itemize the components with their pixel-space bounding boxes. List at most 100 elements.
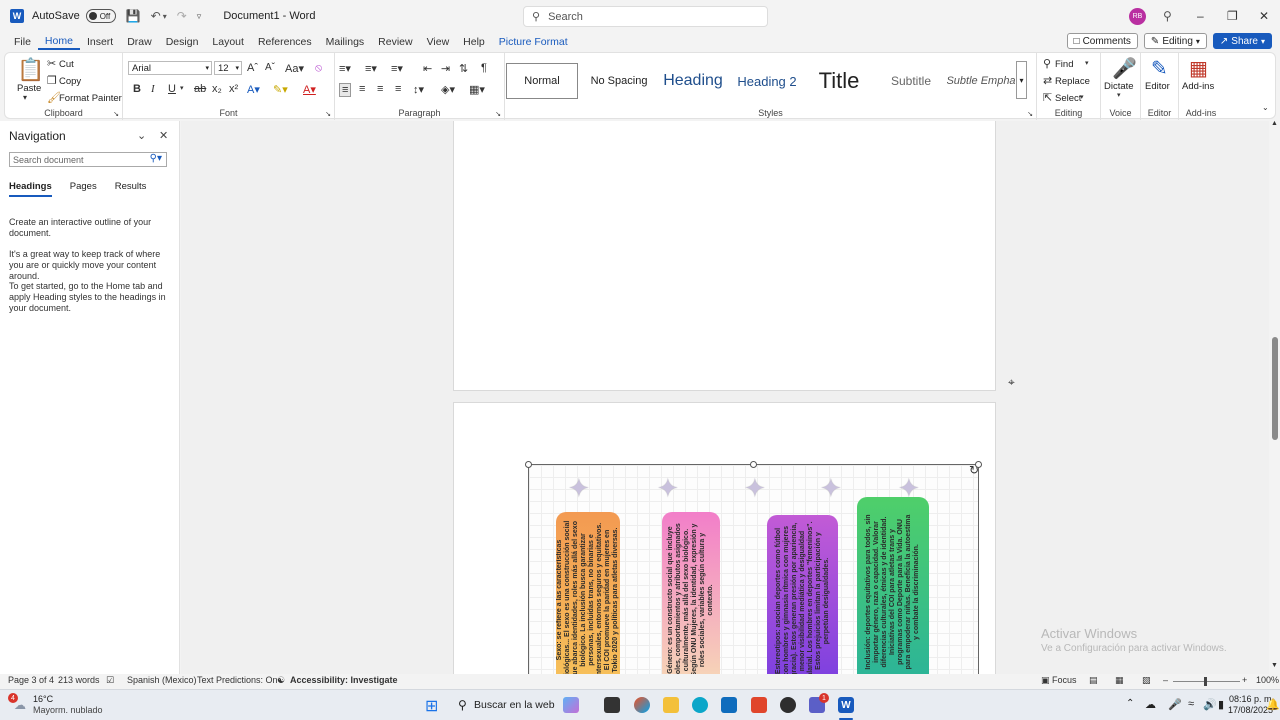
proofing-icon[interactable]: ☑ [106,675,114,686]
tab-review[interactable]: Review [371,36,419,48]
word-app-icon[interactable]: W [838,697,854,713]
find-icon[interactable]: ⚲ [1043,57,1051,70]
select-icon[interactable]: ⇱ [1043,91,1052,104]
editor-label[interactable]: Editor [1145,81,1170,92]
file-explorer-icon[interactable] [663,697,679,713]
style-subtitle[interactable]: Subtitle [875,63,947,99]
navigation-search-input[interactable]: Search document ⚲▾ [9,152,167,167]
tab-file[interactable]: File [7,36,38,48]
tab-results[interactable]: Results [115,181,147,197]
windows-start-icon[interactable]: ⊞ [425,696,438,716]
find-label[interactable]: Find [1055,59,1073,70]
font-name-field[interactable]: Arial ▾ [128,61,212,75]
battery-icon[interactable]: ▮ [1218,698,1224,711]
tab-pages[interactable]: Pages [70,181,97,197]
tab-home[interactable]: Home [37,35,80,50]
search-icon[interactable]: ⚲▾ [150,153,162,164]
text-effects-icon[interactable]: A▾ [247,83,260,96]
tab-insert[interactable]: Insert [80,36,120,48]
microphone-icon[interactable]: 🎤 [1112,56,1137,81]
scroll-down-icon[interactable]: ▼ [1271,662,1278,669]
tab-design[interactable]: Design [159,36,206,48]
paste-label[interactable]: Paste [17,83,41,94]
underline-dropdown-icon[interactable]: ▾ [180,84,184,92]
volume-icon[interactable]: 🔊 [1203,698,1217,711]
tab-view[interactable]: View [420,36,457,48]
vertical-scrollbar[interactable]: ▲ ▼ [1270,120,1280,674]
styles-more-icon[interactable]: ▾ [1016,61,1027,99]
web-layout-icon[interactable]: ▧ [1142,675,1151,686]
undo-icon[interactable]: ↶ [151,9,161,23]
page-previous[interactable] [453,121,996,391]
justify-icon[interactable]: ≡ [395,83,401,95]
tab-layout[interactable]: Layout [205,36,251,48]
superscript-icon[interactable]: x² [229,83,238,95]
paste-icon[interactable]: 📋 [17,57,44,83]
scroll-up-icon[interactable]: ▲ [1271,120,1278,127]
cut-label[interactable]: Cut [59,59,74,70]
select-dropdown-icon[interactable]: ▾ [1080,93,1084,101]
collapse-ribbon-icon[interactable]: ⌄ [1262,103,1269,112]
bullets-icon[interactable]: ≡▾ [339,62,351,75]
wifi-icon[interactable]: ≈ [1188,698,1194,710]
tab-draw[interactable]: Draw [120,36,159,48]
numbering-icon[interactable]: ≡▾ [365,62,377,75]
task-view-icon[interactable] [604,697,620,713]
style-heading[interactable]: Heading [655,63,731,99]
accessibility-icon[interactable]: ☯ [277,675,285,686]
dialog-launcher-icon[interactable]: ↘ [113,110,119,118]
change-case-icon[interactable]: Aa▾ [285,62,304,75]
search-icon[interactable]: ⚲ [458,698,467,712]
close-icon[interactable]: ✕ [1259,9,1269,23]
document-canvas[interactable]: ↻ ✦ ✦ ✦ ✦ ✦ Sexo: se refiere a las carac… [181,121,1269,674]
notification-bell-icon[interactable]: 🔔 [1266,698,1280,711]
shrink-font-icon[interactable]: Aˇ [265,62,275,73]
taskbar-search[interactable]: Buscar en la web [474,699,555,711]
zoom-out-icon[interactable]: – [1163,675,1168,685]
copy-icon[interactable]: ❐ [47,74,57,87]
weather-cloud-icon[interactable]: ☁ [14,698,26,712]
brave-browser-icon[interactable] [751,697,767,713]
editing-mode-button[interactable]: ✎ Editing ▾ [1143,33,1207,49]
replace-icon[interactable]: ⇄ [1043,74,1052,87]
strikethrough-icon[interactable]: ab [194,83,206,95]
read-mode-icon[interactable]: ▤ [1089,675,1098,686]
media-app-icon[interactable] [780,697,796,713]
borders-icon[interactable]: ▦▾ [469,83,485,96]
italic-icon[interactable]: I [151,83,155,95]
paste-dropdown-icon[interactable]: ▾ [23,93,27,102]
align-left-icon[interactable]: ≡ [339,83,352,97]
customize-toolbar-icon[interactable]: ▿ [197,11,202,22]
tab-picture-format[interactable]: Picture Format [492,36,575,48]
dialog-launcher-icon[interactable]: ↘ [1027,110,1033,118]
editor-pen-icon[interactable]: ✎ [1151,56,1168,81]
grow-font-icon[interactable]: Aˆ [247,62,258,74]
style-normal[interactable]: Normal [506,63,578,99]
text-predictions[interactable]: Text Predictions: On [197,675,278,685]
show-formatting-icon[interactable]: ¶ [481,62,487,74]
align-right-icon[interactable]: ≡ [377,83,383,95]
find-dropdown-icon[interactable]: ▾ [1085,59,1089,67]
weather-description[interactable]: Mayorm. nublado [33,705,103,715]
word-count[interactable]: 213 words [58,675,100,685]
style-heading-2[interactable]: Heading 2 [731,63,803,99]
tab-mailings[interactable]: Mailings [319,36,372,48]
tab-references[interactable]: References [251,36,319,48]
minimize-icon[interactable]: – [1197,9,1204,23]
print-layout-icon[interactable]: ▦ [1115,675,1124,686]
close-pane-icon[interactable]: ✕ [159,129,168,142]
redo-icon[interactable]: ↷ [177,9,187,23]
shading-icon[interactable]: ◈▾ [441,83,455,96]
style-title[interactable]: Title [803,63,875,99]
addins-grid-icon[interactable]: ▦ [1189,56,1208,81]
chevron-down-icon[interactable]: ⌄ [137,129,146,142]
clear-formatting-icon[interactable]: ⦸ [315,62,322,75]
bold-icon[interactable]: B [133,83,141,95]
align-center-icon[interactable]: ≡ [359,83,365,95]
page-count[interactable]: Page 3 of 4 [8,675,54,685]
focus-icon[interactable]: ▣ [1041,675,1050,686]
style-no-spacing[interactable]: No Spacing [583,63,655,99]
line-spacing-icon[interactable]: ↕▾ [413,83,424,96]
microphone-icon[interactable]: 🎤 [1168,698,1182,711]
accessibility-status[interactable]: Accessibility: Investigate [290,675,398,685]
